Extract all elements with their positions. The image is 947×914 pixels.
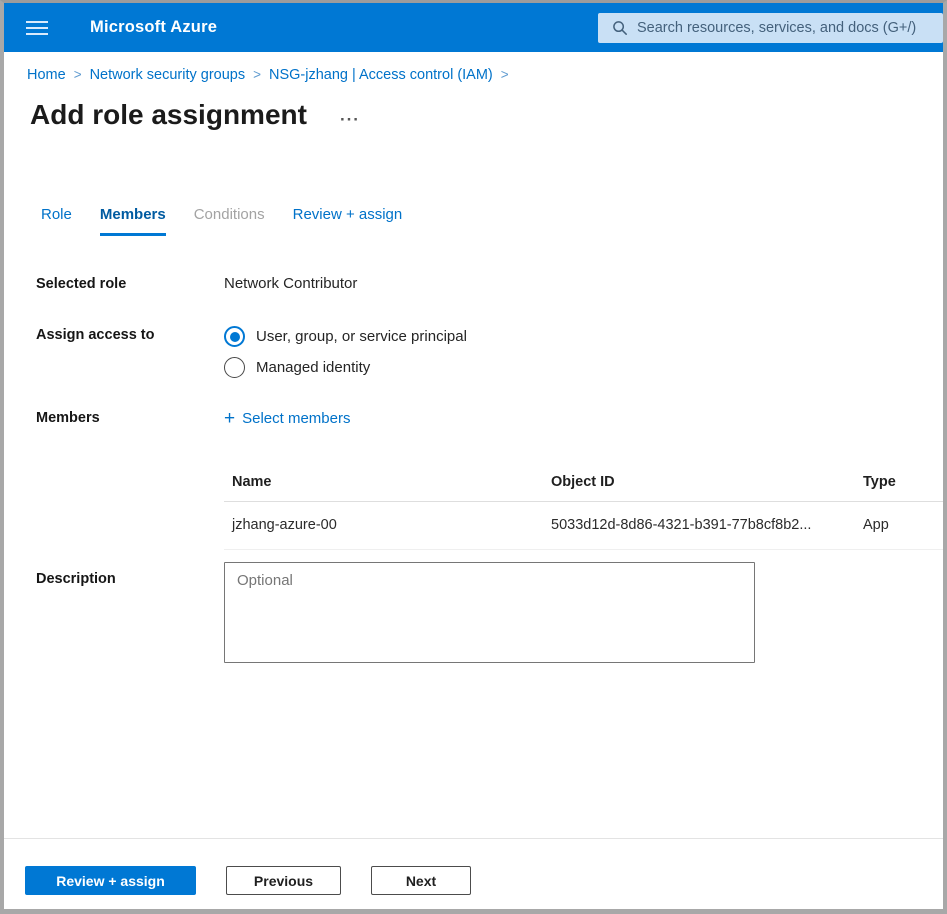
page-title: Add role assignment (30, 98, 307, 131)
review-assign-button[interactable]: Review + assign (25, 866, 196, 895)
chevron-right-icon: > (501, 67, 509, 82)
tab-bar: Role Members Conditions Review + assign (41, 205, 943, 236)
breadcrumb-nsg-access-control[interactable]: NSG-jzhang | Access control (IAM) (269, 67, 493, 83)
search-icon (612, 20, 628, 36)
table-row[interactable]: jzhang-azure-00 5033d12d-8d86-4321-b391-… (224, 502, 943, 550)
column-header-name: Name (224, 468, 543, 502)
radio-option-label: Managed identity (256, 357, 370, 378)
members-row: Members + Select members (4, 409, 943, 429)
radio-option-user-group-service-principal[interactable]: User, group, or service principal (224, 326, 943, 347)
assign-access-row: Assign access to User, group, or service… (4, 326, 943, 378)
tab-role[interactable]: Role (41, 205, 72, 236)
radio-option-managed-identity[interactable]: Managed identity (224, 357, 943, 378)
tab-conditions: Conditions (194, 205, 265, 236)
search-placeholder-text: Search resources, services, and docs (G+… (637, 20, 916, 36)
radio-selected-icon[interactable] (224, 326, 245, 347)
table-header-row: Name Object ID Type (224, 468, 943, 502)
members-table: Name Object ID Type jzhang-azure-00 5033… (224, 468, 943, 550)
previous-button[interactable]: Previous (226, 866, 341, 895)
tab-review-assign[interactable]: Review + assign (293, 205, 403, 236)
app-title: Microsoft Azure (90, 18, 217, 37)
selected-role-row: Selected role Network Contributor (4, 275, 943, 293)
title-row: Add role assignment ··· (30, 98, 943, 131)
plus-icon: + (224, 410, 235, 428)
select-members-label: Select members (242, 409, 350, 429)
radio-option-label: User, group, or service principal (256, 326, 467, 347)
chevron-right-icon: > (253, 67, 261, 82)
next-button[interactable]: Next (371, 866, 471, 895)
member-object-id-cell: 5033d12d-8d86-4321-b391-77b8cf8b2... (543, 502, 855, 550)
members-label: Members (36, 409, 224, 429)
column-header-object-id: Object ID (543, 468, 855, 502)
selected-role-value: Network Contributor (224, 275, 943, 293)
description-row: Description (4, 562, 943, 668)
member-name-cell: jzhang-azure-00 (224, 502, 543, 550)
hamburger-menu-icon[interactable] (24, 17, 50, 39)
radio-unselected-icon[interactable] (224, 357, 245, 378)
column-header-type: Type (855, 468, 943, 502)
breadcrumb-home[interactable]: Home (27, 67, 66, 83)
assign-access-label: Assign access to (36, 326, 224, 378)
more-options-icon[interactable]: ··· (338, 115, 362, 125)
breadcrumb: Home > Network security groups > NSG-jzhang … (27, 66, 943, 84)
breadcrumb-network-security-groups[interactable]: Network security groups (90, 67, 246, 83)
description-label: Description (36, 562, 224, 668)
footer-bar: Review + assign Previous Next (4, 838, 943, 909)
global-search-input[interactable]: Search resources, services, and docs (G+… (598, 13, 943, 43)
select-members-link[interactable]: + Select members (224, 409, 350, 429)
azure-portal-window: Microsoft Azure Search resources, servic… (0, 0, 947, 914)
chevron-right-icon: > (74, 67, 82, 82)
member-type-cell: App (855, 502, 943, 550)
tab-members[interactable]: Members (100, 205, 166, 236)
description-input[interactable] (224, 562, 755, 663)
selected-role-label: Selected role (36, 275, 224, 293)
top-bar: Microsoft Azure Search resources, servic… (4, 3, 943, 52)
